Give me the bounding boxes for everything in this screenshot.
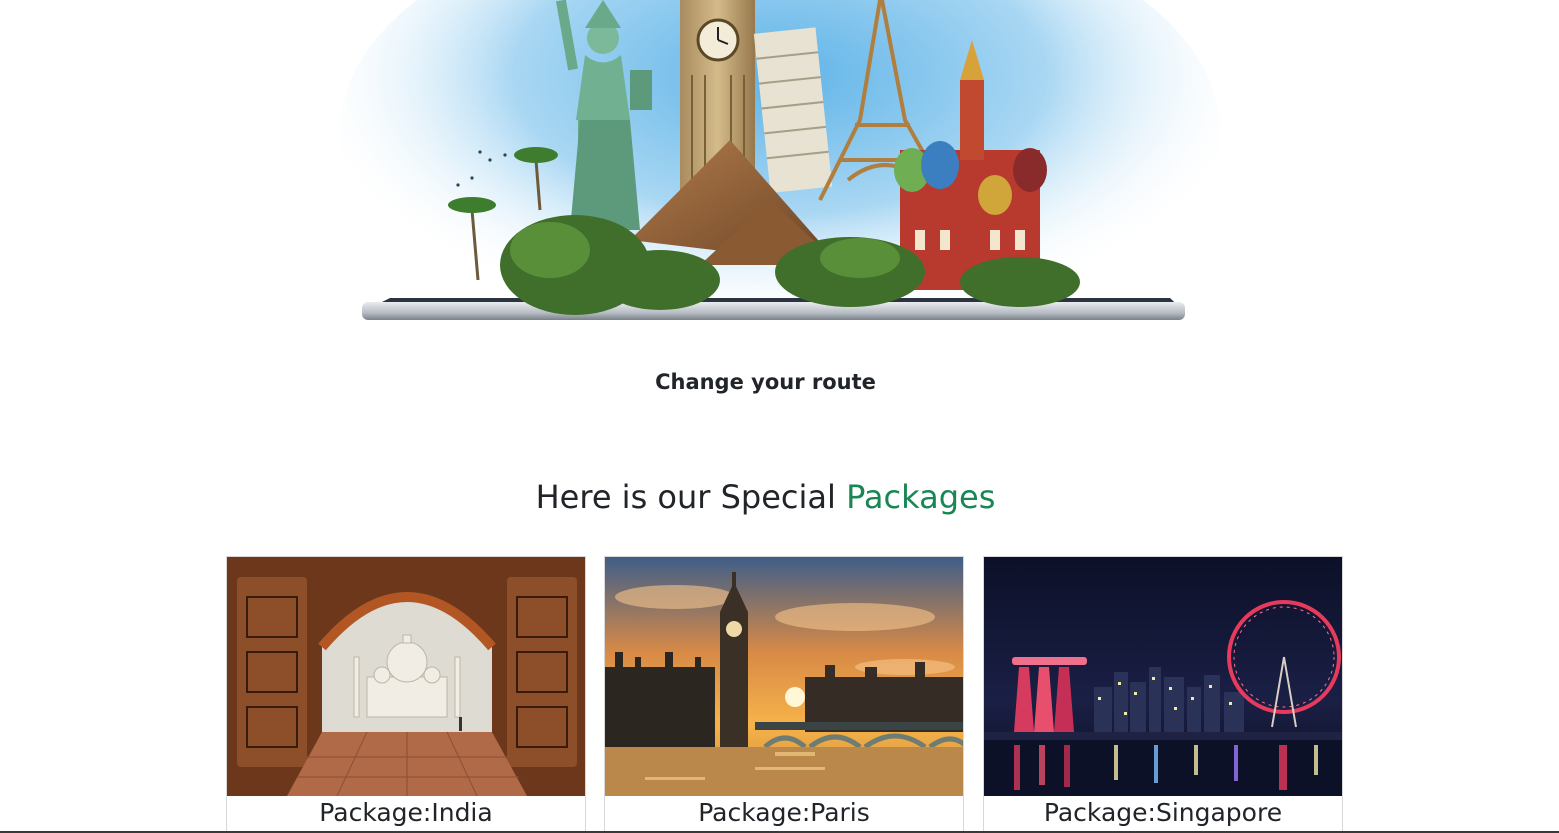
package-card-india[interactable]: Package:India — [226, 556, 586, 833]
package-card-title[interactable]: Package:Singapore — [984, 798, 1342, 827]
package-card-title[interactable]: Package:Paris — [605, 798, 963, 827]
page: Change your route Here is our Special Pa… — [0, 0, 1559, 833]
packages-heading: Here is our Special Packages — [0, 478, 1531, 516]
hero-tagline: Change your route — [655, 370, 876, 394]
packages-heading-accent: Packages — [846, 478, 996, 516]
package-cards: Package:India Package:Paris Package:Sing… — [226, 556, 1345, 833]
packages-heading-prefix: Here is our Special — [535, 478, 836, 516]
package-card-singapore[interactable]: Package:Singapore — [983, 556, 1343, 833]
package-card-paris[interactable]: Package:Paris — [604, 556, 964, 833]
hero-banner-image — [300, 0, 1260, 345]
singapore-package-image[interactable] — [984, 557, 1342, 796]
package-card-title[interactable]: Package:India — [227, 798, 585, 827]
paris-package-image[interactable] — [605, 557, 963, 796]
india-package-image[interactable] — [227, 557, 585, 796]
